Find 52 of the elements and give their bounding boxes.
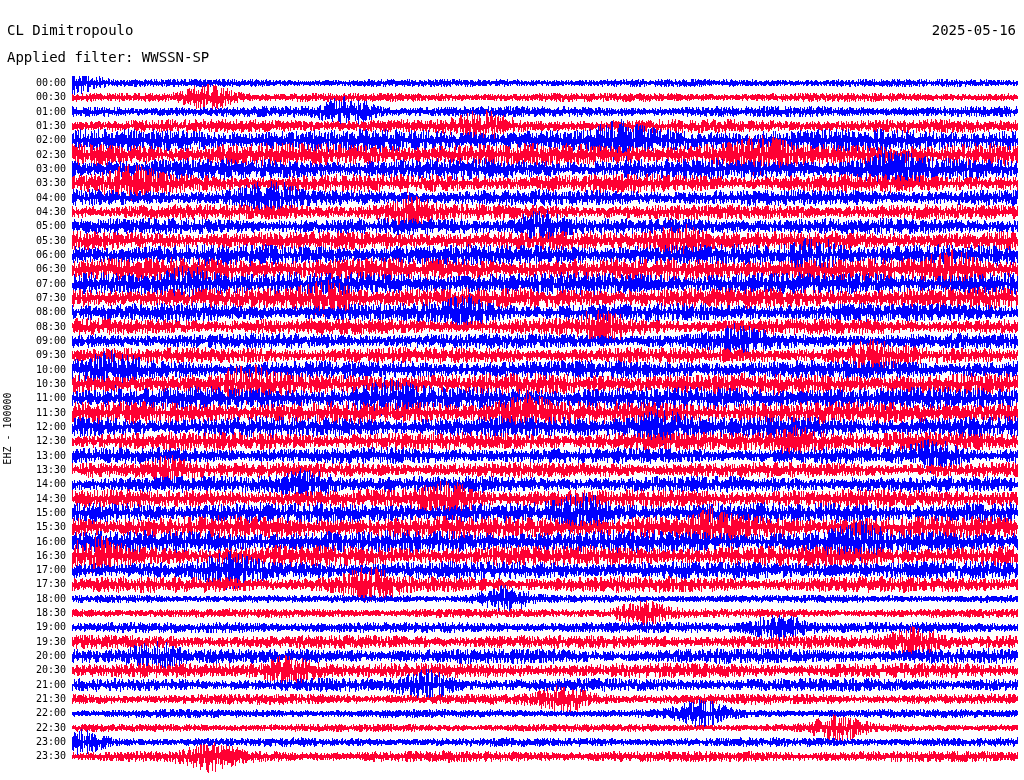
time-label: 15:00 — [35, 505, 66, 520]
station-name: CL Dimitropoulo — [7, 22, 134, 38]
time-label: 00:00 — [35, 76, 66, 90]
time-label: 06:00 — [35, 247, 66, 262]
time-label: 15:30 — [35, 520, 66, 535]
time-label: 10:30 — [35, 376, 66, 391]
time-label: 11:30 — [35, 405, 66, 420]
time-label: 08:30 — [35, 319, 66, 334]
time-label: 17:30 — [35, 577, 66, 592]
time-label: 11:00 — [35, 391, 66, 406]
time-label: 02:00 — [35, 133, 66, 148]
time-label: 06:30 — [35, 262, 66, 277]
time-label: 14:00 — [35, 477, 66, 492]
time-label: 21:00 — [35, 677, 66, 692]
time-label: 22:00 — [35, 706, 66, 721]
time-label: 01:30 — [35, 119, 66, 133]
filter-label: Applied filter: WWSSN-SP — [7, 49, 210, 65]
time-label: 23:00 — [35, 735, 66, 750]
time-label: 05:00 — [35, 219, 66, 234]
time-label: 23:30 — [35, 749, 66, 764]
time-label: 03:00 — [35, 161, 66, 176]
time-label: 12:00 — [35, 419, 66, 434]
time-label: 20:00 — [35, 649, 66, 664]
time-label: 01:00 — [35, 104, 66, 119]
time-label: 19:00 — [35, 620, 66, 635]
time-label: 12:30 — [35, 434, 66, 449]
time-label: 07:30 — [35, 290, 66, 305]
time-label: 03:30 — [35, 176, 66, 191]
time-label: 19:30 — [35, 634, 66, 649]
time-label: 17:00 — [35, 563, 66, 578]
time-label: 21:30 — [35, 692, 66, 707]
time-label: 13:00 — [35, 448, 66, 463]
time-label: 10:00 — [35, 362, 66, 377]
time-label: 16:00 — [35, 534, 66, 549]
time-label: 04:30 — [35, 204, 66, 219]
time-label: 20:30 — [35, 663, 66, 678]
time-label: 00:30 — [35, 90, 66, 105]
time-label: 22:30 — [35, 720, 66, 735]
time-label: 07:00 — [35, 276, 66, 291]
time-label: 05:30 — [35, 233, 66, 248]
time-label: 08:00 — [35, 305, 66, 320]
time-label: 04:00 — [35, 190, 66, 205]
time-label: 16:30 — [35, 548, 66, 563]
time-label: 13:30 — [35, 462, 66, 477]
date-label: 2025-05-16 — [931, 22, 1016, 38]
channel-axis-label: EHZ - 100000 — [1, 391, 13, 465]
time-label: 09:00 — [35, 333, 66, 348]
time-label: 09:30 — [35, 348, 66, 363]
time-label: 18:30 — [35, 606, 66, 621]
time-label: 02:30 — [35, 147, 66, 162]
time-label: 18:00 — [35, 591, 66, 606]
time-label: 14:30 — [35, 491, 66, 506]
